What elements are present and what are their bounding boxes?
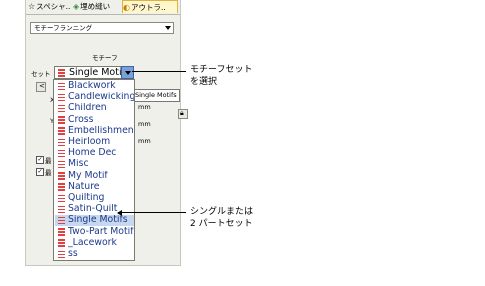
list-item[interactable]: Single Motifs xyxy=(55,215,134,226)
motif-set-list[interactable]: Blackwork Candlewicking Children Cross Embel… xyxy=(53,79,135,261)
callout-line-bottom xyxy=(118,212,186,213)
list-item-label: Heirloom xyxy=(68,137,111,147)
list-item[interactable]: Children xyxy=(55,103,134,114)
set-label: セット xyxy=(31,70,51,78)
motif-set-icon xyxy=(58,149,65,158)
list-item[interactable]: My Motif xyxy=(55,171,134,182)
callout-top-line2: を選択 xyxy=(190,77,218,87)
list-item[interactable]: ss xyxy=(55,249,134,260)
unit-label-2: mm xyxy=(138,120,151,128)
motif-set-icon xyxy=(58,69,65,77)
list-item[interactable]: Cross xyxy=(55,115,134,126)
tooltip: Single Motifs xyxy=(132,89,180,102)
list-item-label: _Lacework xyxy=(68,237,117,248)
motif-set-icon xyxy=(58,93,65,102)
list-item-label: Single Motifs xyxy=(68,215,128,226)
callout-line-top xyxy=(132,71,186,72)
callout-bottom-line2: 2 パートセット xyxy=(190,219,253,229)
chevron-down-icon xyxy=(165,26,171,30)
checkbox-1[interactable]: ✓ xyxy=(36,156,44,164)
list-item[interactable]: _Lacework xyxy=(55,238,134,249)
list-item-label: Children xyxy=(68,103,107,114)
motif-set-icon xyxy=(58,228,65,236)
lock-icon: 🔒︎ xyxy=(180,109,184,117)
chevron-left-icon: < xyxy=(39,82,45,90)
list-item[interactable]: Blackwork xyxy=(55,81,134,92)
list-item[interactable]: Home Dec xyxy=(55,148,134,159)
checkbox-2[interactable]: ✓ xyxy=(36,168,44,176)
list-item[interactable]: Heirloom xyxy=(55,137,134,148)
docker-tabs: ☆スペシャ.. ◈埋め縫い ◐アウトラ.. xyxy=(26,0,180,15)
outline-icon: ◐ xyxy=(123,3,130,12)
star-icon: ☆ xyxy=(28,2,36,11)
motif-set-dropdown-button[interactable] xyxy=(121,66,134,79)
fill-icon: ◈ xyxy=(73,2,80,11)
list-item[interactable]: Nature xyxy=(55,182,134,193)
motif-set-icon xyxy=(58,104,65,113)
chevron-down-icon xyxy=(125,71,131,75)
motif-set-icon xyxy=(58,250,65,259)
motif-set-icon xyxy=(58,239,65,247)
motif-set-icon xyxy=(58,138,65,147)
list-item[interactable]: Two-Part Motifs xyxy=(55,227,134,238)
list-item[interactable]: Embellishment xyxy=(55,126,134,137)
list-item[interactable]: Misc xyxy=(55,159,134,170)
list-item-label: Nature xyxy=(68,181,100,192)
list-item-label: Cross xyxy=(68,114,94,125)
list-item[interactable]: Candlewicking xyxy=(55,92,134,103)
checkbox-1-label: 最 xyxy=(45,157,52,165)
motif-set-icon xyxy=(58,172,65,180)
motif-set-icon xyxy=(58,194,65,203)
motif-set-icon xyxy=(58,205,65,214)
motif-set-icon xyxy=(58,82,65,91)
list-item-label: Satin-Quilt xyxy=(68,204,118,215)
list-item[interactable]: Satin-Quilt xyxy=(55,204,134,215)
list-item-label: Candlewicking xyxy=(68,92,134,103)
list-item-label: Two-Part Motifs xyxy=(68,226,134,237)
list-item-label: Home Dec xyxy=(68,148,117,159)
list-item-label: Blackwork xyxy=(68,81,116,91)
list-item[interactable]: Quilting xyxy=(55,193,134,204)
prev-button[interactable]: < xyxy=(36,82,46,92)
motif-set-icon xyxy=(58,216,65,225)
list-item-label: Misc xyxy=(68,159,89,170)
motif-heading: モチーフ xyxy=(92,54,118,62)
checkbox-2-label: 最 xyxy=(45,169,52,177)
unit-label-1: mm xyxy=(138,103,151,111)
motif-set-icon xyxy=(58,127,65,135)
stitch-type-value: モチーフランニング xyxy=(34,24,93,32)
list-item-label: ss xyxy=(68,249,78,259)
callout-top-line1: モチーフセット xyxy=(190,65,253,75)
tab-outline[interactable]: ◐アウトラ.. xyxy=(122,0,178,13)
callout-bottom-line1: シングルまたは xyxy=(190,207,254,217)
arrowhead-icon xyxy=(117,210,122,216)
lock-button[interactable]: 🔒︎ xyxy=(178,109,188,119)
tab-special[interactable]: ☆スペシャ.. xyxy=(28,0,72,13)
motif-set-icon xyxy=(58,160,65,169)
unit-label-3: mm xyxy=(138,137,151,145)
stitch-type-select[interactable]: モチーフランニング xyxy=(30,22,174,34)
list-item-label: My Motif xyxy=(68,170,108,181)
motif-set-icon xyxy=(58,183,65,191)
tab-fill[interactable]: ◈埋め縫い xyxy=(73,0,119,13)
list-item-label: Quilting xyxy=(68,193,105,203)
list-item-label: Embellishment xyxy=(68,125,134,136)
motif-set-icon xyxy=(58,116,65,124)
